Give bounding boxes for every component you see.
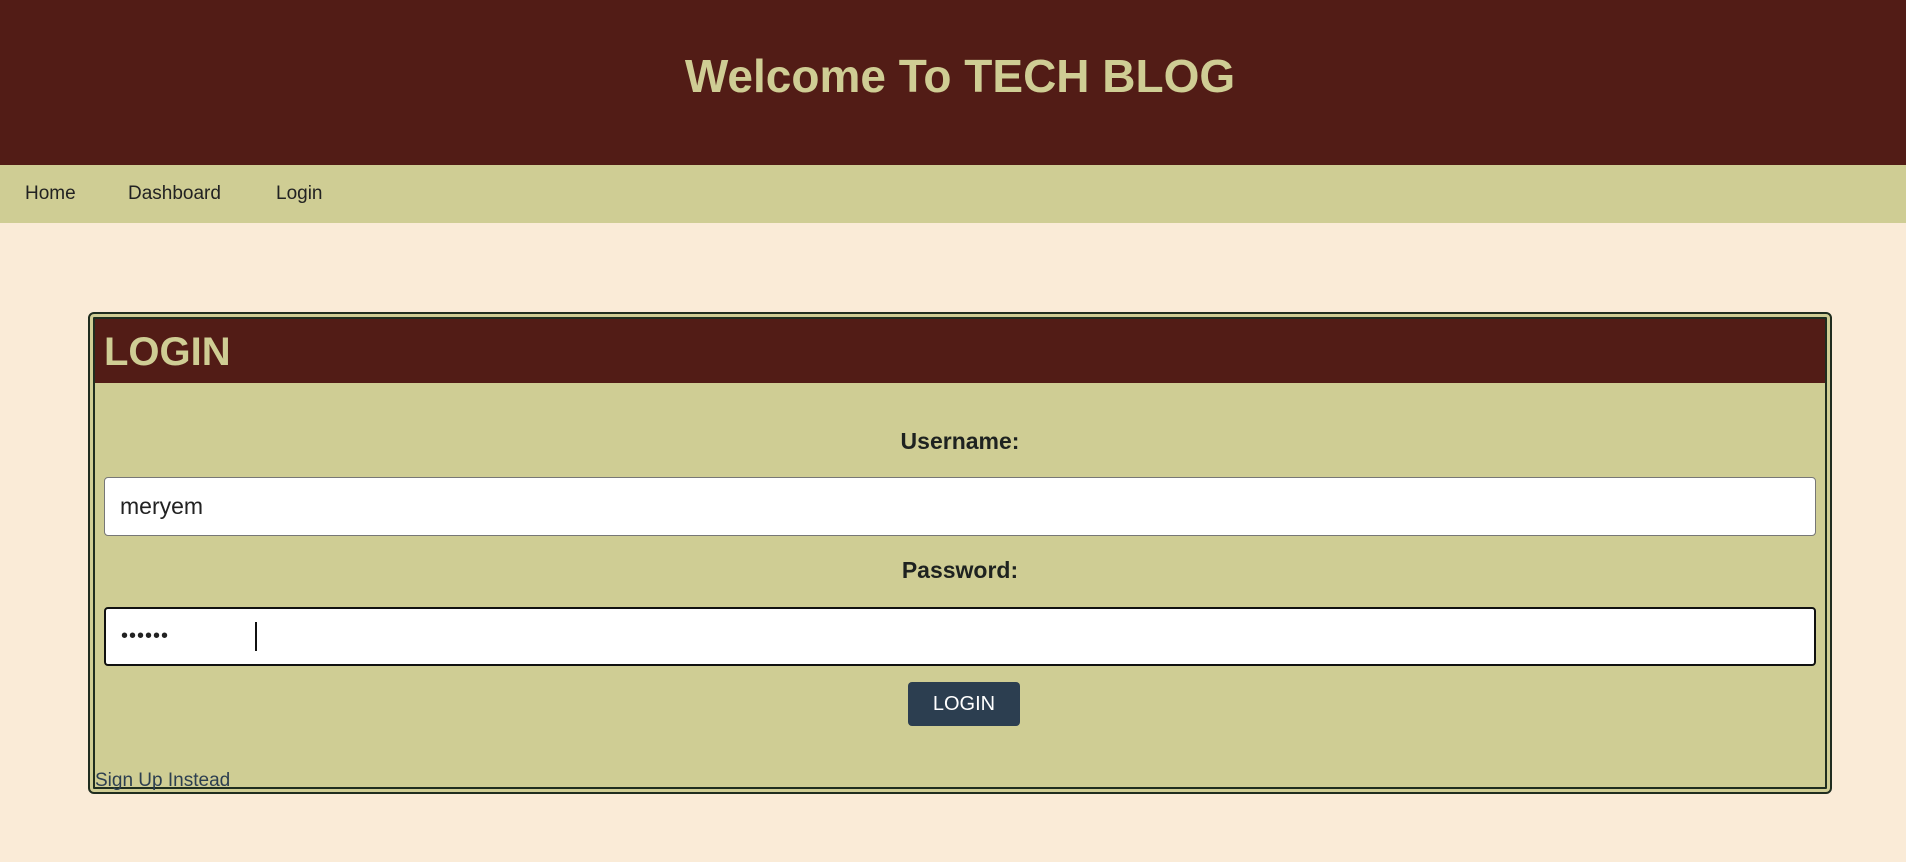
nav-dashboard-link[interactable]: Dashboard xyxy=(128,165,221,223)
nav-home-link[interactable]: Home xyxy=(25,165,76,223)
login-card: LOGIN Username: Password: LOGIN Sign Up … xyxy=(88,312,1832,794)
login-card-header: LOGIN xyxy=(95,319,1825,383)
login-button[interactable]: LOGIN xyxy=(908,682,1020,726)
site-title: Welcome To TECH BLOG xyxy=(684,50,1236,102)
login-title: LOGIN xyxy=(104,330,231,374)
nav-bar: Home Dashboard Login xyxy=(0,165,1906,223)
signup-link[interactable]: Sign Up Instead xyxy=(95,770,230,792)
text-caret xyxy=(255,622,257,651)
nav-login-link[interactable]: Login xyxy=(276,165,323,223)
password-input[interactable] xyxy=(104,607,1816,666)
username-input[interactable] xyxy=(104,477,1816,536)
site-header: Welcome To TECH BLOG xyxy=(0,0,1906,165)
username-label: Username: xyxy=(900,428,1020,454)
password-label: Password: xyxy=(901,557,1019,583)
